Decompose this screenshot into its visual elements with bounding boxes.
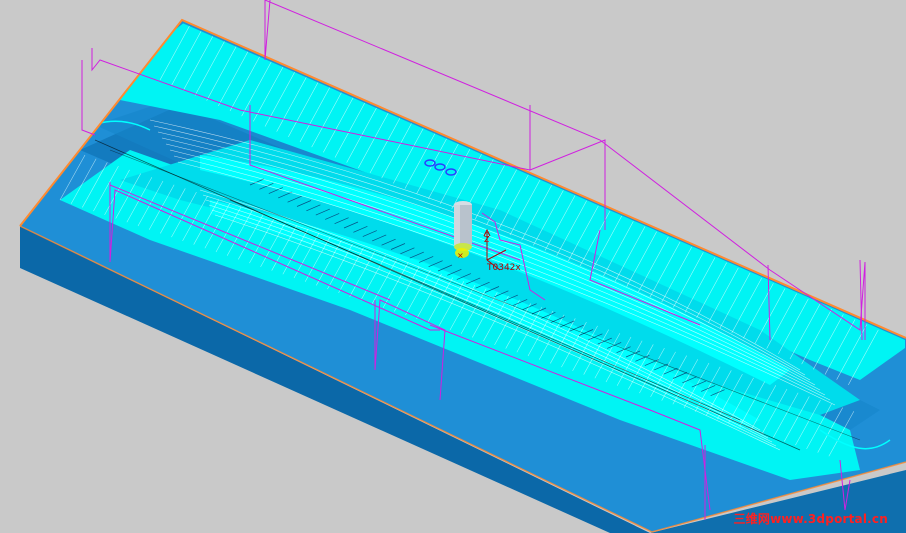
tool-label: T0342x [487,263,521,273]
cam-viewport[interactable]: × Z T0342x 三维网www.3dportal.cn [0,0,906,533]
watermark: 三维网www.3dportal.cn [733,512,888,526]
axis-label-z: Z [484,235,490,244]
svg-text:×: × [457,251,464,260]
toolpath-scene[interactable]: × Z [0,0,906,533]
